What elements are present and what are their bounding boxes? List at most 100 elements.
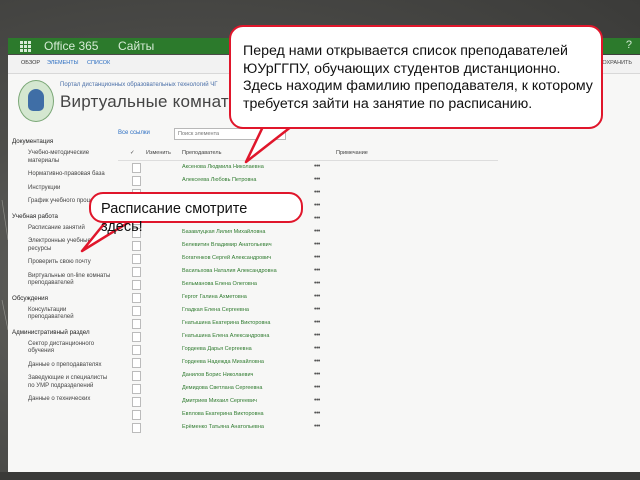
row-checkbox[interactable] xyxy=(132,371,141,381)
row-checkbox[interactable] xyxy=(132,345,141,355)
item-menu-button[interactable]: ••• xyxy=(314,176,320,183)
nav-item[interactable]: Консультации преподавателей xyxy=(12,304,112,325)
table-row[interactable]: Гладкая Елена Сергеевна ••• xyxy=(118,304,498,317)
teacher-link[interactable]: Белевитин Владимир Анатольевич xyxy=(182,242,272,248)
row-checkbox[interactable] xyxy=(132,397,141,407)
table-row[interactable]: Белевитин Владимир Анатольевич ••• xyxy=(118,239,498,252)
item-menu-button[interactable]: ••• xyxy=(314,358,320,365)
item-menu-button[interactable]: ••• xyxy=(314,397,320,404)
bottom-strip xyxy=(0,472,640,480)
item-menu-button[interactable]: ••• xyxy=(314,345,320,352)
teacher-link[interactable]: Гордеева Надежда Михайловна xyxy=(182,359,264,365)
row-checkbox[interactable] xyxy=(132,163,141,173)
teacher-link[interactable]: Гнатышина Елена Александровна xyxy=(182,333,269,339)
suite-brand[interactable]: Office 365 xyxy=(44,39,98,53)
row-checkbox[interactable] xyxy=(132,384,141,394)
teacher-link[interactable]: Евплова Екатерина Викторовна xyxy=(182,411,264,417)
item-menu-button[interactable]: ••• xyxy=(314,215,320,222)
nav-item[interactable]: Данные о технических xyxy=(12,393,112,407)
row-checkbox[interactable] xyxy=(132,306,141,316)
table-row[interactable]: Бельманова Елена Олеговна ••• xyxy=(118,278,498,291)
column-teacher[interactable]: Преподаватель xyxy=(182,150,221,156)
tab-browse[interactable]: ОБЗОР xyxy=(18,59,43,67)
table-row[interactable]: Гергот Галина Ахметовна ••• xyxy=(118,291,498,304)
teacher-link[interactable]: Гнатышина Екатерина Викторовна xyxy=(182,320,271,326)
item-menu-button[interactable]: ••• xyxy=(314,410,320,417)
nav-item[interactable]: Сектор дистанционного обучения xyxy=(12,338,112,359)
select-all-checkbox[interactable]: ✓ xyxy=(130,150,135,156)
column-note[interactable]: Примечание xyxy=(336,150,368,156)
table-row[interactable]: Дмитриев Михаил Сергеевич ••• xyxy=(118,395,498,408)
row-checkbox[interactable] xyxy=(132,319,141,329)
nav-item[interactable]: Проверить свою почту xyxy=(12,256,112,270)
teacher-link[interactable]: Бельманова Елена Олеговна xyxy=(182,281,257,287)
item-menu-button[interactable]: ••• xyxy=(314,306,320,313)
row-checkbox[interactable] xyxy=(132,423,141,433)
tab-list[interactable]: СПИСОК xyxy=(84,59,113,67)
teacher-link[interactable]: Гладкая Елена Сергеевна xyxy=(182,307,249,313)
nav-item[interactable]: Учебно-методические материалы xyxy=(12,147,112,168)
teacher-link[interactable]: Богатенков Сергей Александрович xyxy=(182,255,271,261)
table-row[interactable]: Гнатышина Елена Александровна ••• xyxy=(118,330,498,343)
row-checkbox[interactable] xyxy=(132,293,141,303)
teacher-link[interactable]: Ерёменко Татьяна Анатольевна xyxy=(182,424,264,430)
table-row[interactable]: Богатенков Сергей Александрович ••• xyxy=(118,252,498,265)
all-links-view[interactable]: Все ссылки xyxy=(118,130,150,136)
teacher-link[interactable]: Дмитриев Михаил Сергеевич xyxy=(182,398,257,404)
nav-item[interactable]: Заведующие и специалисты по УМР подразде… xyxy=(12,372,112,393)
suite-section[interactable]: Сайты xyxy=(118,39,154,53)
teacher-link[interactable]: Базавлуцкая Лилия Михайловна xyxy=(182,229,265,235)
quick-launch-nav: Документация Учебно-методические материал… xyxy=(12,134,112,407)
row-checkbox[interactable] xyxy=(132,267,141,277)
item-menu-button[interactable]: ••• xyxy=(314,280,320,287)
owl-icon xyxy=(28,89,44,111)
teacher-link[interactable]: Алексеева Любовь Петровна xyxy=(182,177,256,183)
item-menu-button[interactable]: ••• xyxy=(314,267,320,274)
nav-section-heading[interactable]: Административный раздел xyxy=(12,325,112,338)
item-menu-button[interactable]: ••• xyxy=(314,384,320,391)
table-row[interactable]: Евплова Екатерина Викторовна ••• xyxy=(118,408,498,421)
table-row[interactable]: Гордеева Надежда Михайловна ••• xyxy=(118,356,498,369)
teacher-link[interactable]: Данилов Борис Николаевич xyxy=(182,372,253,378)
table-row[interactable]: Демидова Светлана Сергеевна ••• xyxy=(118,382,498,395)
table-row[interactable]: Гордеева Дарья Сергеевна ••• xyxy=(118,343,498,356)
item-menu-button[interactable]: ••• xyxy=(314,423,320,430)
row-checkbox[interactable] xyxy=(132,176,141,186)
nav-item[interactable]: Данные о преподавателях xyxy=(12,359,112,373)
teacher-link[interactable]: Васильхова Наталия Александровна xyxy=(182,268,277,274)
row-checkbox[interactable] xyxy=(132,410,141,420)
table-row[interactable]: Алексеева Любовь Петровна ••• xyxy=(118,174,498,187)
row-checkbox[interactable] xyxy=(132,332,141,342)
save-button[interactable]: СОХРАНИТЬ xyxy=(599,60,632,66)
table-row[interactable]: Ерёменко Татьяна Анатольевна ••• xyxy=(118,421,498,434)
table-row[interactable]: Гнатышина Екатерина Викторовна ••• xyxy=(118,317,498,330)
item-menu-button[interactable]: ••• xyxy=(314,319,320,326)
portal-title[interactable]: Портал дистанционных образовательных тех… xyxy=(60,82,218,88)
nav-item[interactable]: Нормативно-правовая база xyxy=(12,168,112,182)
row-checkbox[interactable] xyxy=(132,254,141,264)
help-icon[interactable]: ? xyxy=(626,39,632,51)
item-menu-button[interactable]: ••• xyxy=(314,228,320,235)
teacher-link[interactable]: Гордеева Дарья Сергеевна xyxy=(182,346,252,352)
row-checkbox[interactable] xyxy=(132,358,141,368)
item-menu-button[interactable]: ••• xyxy=(314,371,320,378)
table-row[interactable]: Данилов Борис Николаевич ••• xyxy=(118,369,498,382)
teacher-link[interactable]: Демидова Светлана Сергеевна xyxy=(182,385,262,391)
app-launcher-icon[interactable] xyxy=(20,41,31,52)
nav-section-heading[interactable]: Обсуждения xyxy=(12,291,112,304)
item-menu-button[interactable]: ••• xyxy=(314,189,320,196)
item-menu-button[interactable]: ••• xyxy=(314,202,320,209)
item-menu-button[interactable]: ••• xyxy=(314,293,320,300)
nav-item[interactable]: Виртуальные on-line комнаты преподавател… xyxy=(12,270,112,291)
item-menu-button[interactable]: ••• xyxy=(314,241,320,248)
nav-section-heading[interactable]: Документация xyxy=(12,134,112,147)
table-row[interactable]: Васильхова Наталия Александровна ••• xyxy=(118,265,498,278)
page-title: Виртуальные комнаты xyxy=(60,92,242,111)
teacher-link[interactable]: Гергот Галина Ахметовна xyxy=(182,294,247,300)
row-checkbox[interactable] xyxy=(132,280,141,290)
item-menu-button[interactable]: ••• xyxy=(314,332,320,339)
tab-items[interactable]: ЭЛЕМЕНТЫ xyxy=(44,59,82,67)
item-menu-button[interactable]: ••• xyxy=(314,254,320,261)
column-edit[interactable]: Изменить xyxy=(146,150,171,156)
table-row[interactable]: Базавлуцкая Лилия Михайловна ••• xyxy=(118,226,498,239)
